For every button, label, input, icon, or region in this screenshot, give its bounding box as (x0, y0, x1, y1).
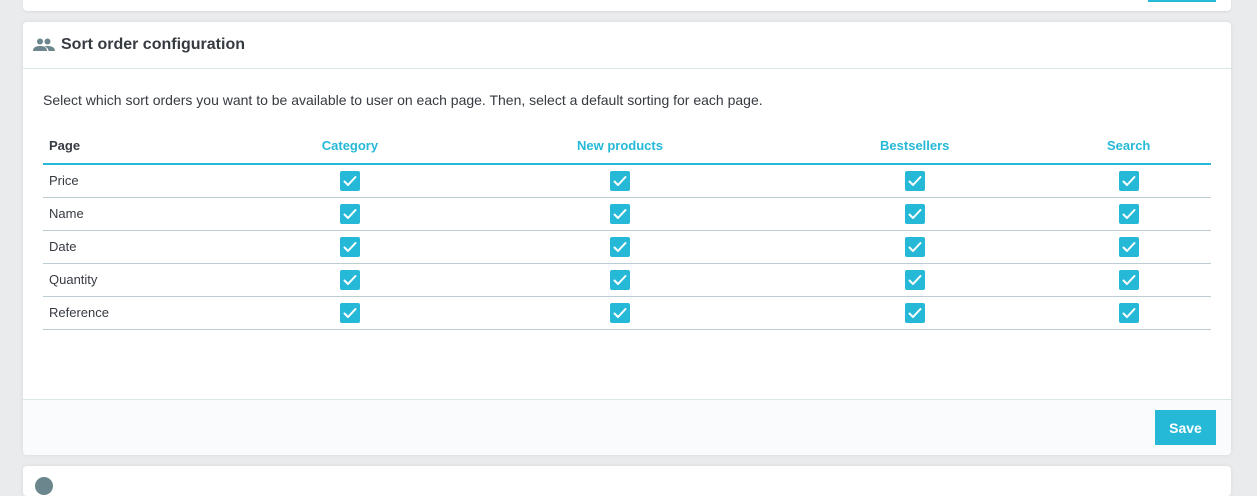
table-row: Reference (43, 296, 1211, 330)
check-icon (908, 274, 922, 285)
checkbox-category[interactable] (339, 203, 360, 224)
row-label: Name (43, 197, 243, 231)
sort-order-panel: Sort order configuration Select which so… (23, 22, 1231, 455)
cell-new-products (456, 263, 784, 297)
checkbox-category[interactable] (339, 236, 360, 257)
checkbox-new-products[interactable] (609, 170, 630, 191)
cell-category (243, 164, 457, 198)
cell-category (243, 230, 457, 264)
check-icon (908, 175, 922, 186)
cell-new-products (456, 197, 784, 231)
check-icon (908, 241, 922, 252)
table-row: Price (43, 164, 1211, 198)
check-icon (908, 307, 922, 318)
cell-search (1046, 164, 1211, 198)
table-row: Name (43, 197, 1211, 231)
checkbox-bestsellers[interactable] (904, 236, 925, 257)
panel-header: Sort order configuration (23, 22, 1231, 69)
column-header-category: Category (243, 132, 457, 165)
cell-category (243, 296, 457, 330)
checkbox-search[interactable] (1118, 236, 1139, 257)
row-label: Date (43, 230, 243, 264)
check-icon (1122, 208, 1136, 219)
check-icon (343, 307, 357, 318)
check-icon (908, 208, 922, 219)
check-icon (613, 307, 627, 318)
check-icon (1122, 274, 1136, 285)
cell-search (1046, 296, 1211, 330)
checkbox-category[interactable] (339, 302, 360, 323)
cell-search (1046, 263, 1211, 297)
cell-search (1046, 230, 1211, 264)
check-icon (343, 274, 357, 285)
column-header-new-products: New products (456, 132, 784, 165)
row-label: Price (43, 164, 243, 198)
check-icon (613, 274, 627, 285)
table-row: Quantity (43, 263, 1211, 297)
panel-footer: Save (23, 399, 1231, 455)
cell-search (1046, 197, 1211, 231)
previous-panel-button[interactable] (1148, 0, 1216, 2)
table-header-row: Page Category New products Bestsellers S… (43, 132, 1211, 165)
check-icon (1122, 241, 1136, 252)
check-icon (1122, 175, 1136, 186)
cell-bestsellers (783, 263, 1047, 297)
row-label: Quantity (43, 263, 243, 297)
next-panel-icon (35, 477, 53, 495)
check-icon (343, 241, 357, 252)
column-header-search: Search (1046, 132, 1211, 165)
checkbox-bestsellers[interactable] (904, 269, 925, 290)
checkbox-bestsellers[interactable] (904, 170, 925, 191)
cell-bestsellers (783, 296, 1047, 330)
cell-bestsellers (783, 197, 1047, 231)
cell-new-products (456, 230, 784, 264)
save-button[interactable]: Save (1155, 410, 1216, 445)
checkbox-category[interactable] (339, 269, 360, 290)
users-icon (33, 37, 55, 53)
checkbox-search[interactable] (1118, 302, 1139, 323)
checkbox-category[interactable] (339, 170, 360, 191)
panel-description: Select which sort orders you want to be … (43, 92, 763, 108)
checkbox-search[interactable] (1118, 170, 1139, 191)
cell-category (243, 263, 457, 297)
checkbox-new-products[interactable] (609, 302, 630, 323)
checkbox-bestsellers[interactable] (904, 203, 925, 224)
previous-panel (23, 0, 1231, 11)
table-row: Date (43, 230, 1211, 264)
column-header-bestsellers: Bestsellers (783, 132, 1047, 165)
checkbox-new-products[interactable] (609, 236, 630, 257)
checkbox-search[interactable] (1118, 203, 1139, 224)
check-icon (343, 175, 357, 186)
row-label: Reference (43, 296, 243, 330)
cell-new-products (456, 296, 784, 330)
check-icon (613, 208, 627, 219)
check-icon (613, 175, 627, 186)
checkbox-search[interactable] (1118, 269, 1139, 290)
cell-new-products (456, 164, 784, 198)
checkbox-new-products[interactable] (609, 269, 630, 290)
cell-bestsellers (783, 164, 1047, 198)
table-body: Price Name Date Quantity Reference (43, 164, 1211, 330)
sort-order-table: Page Category New products Bestsellers S… (43, 132, 1211, 330)
next-panel (23, 466, 1231, 496)
column-header-page: Page (43, 132, 243, 165)
cell-category (243, 197, 457, 231)
cell-bestsellers (783, 230, 1047, 264)
checkbox-bestsellers[interactable] (904, 302, 925, 323)
panel-body: Select which sort orders you want to be … (23, 69, 1231, 399)
check-icon (1122, 307, 1136, 318)
check-icon (613, 241, 627, 252)
checkbox-new-products[interactable] (609, 203, 630, 224)
check-icon (343, 208, 357, 219)
panel-title: Sort order configuration (61, 36, 245, 53)
